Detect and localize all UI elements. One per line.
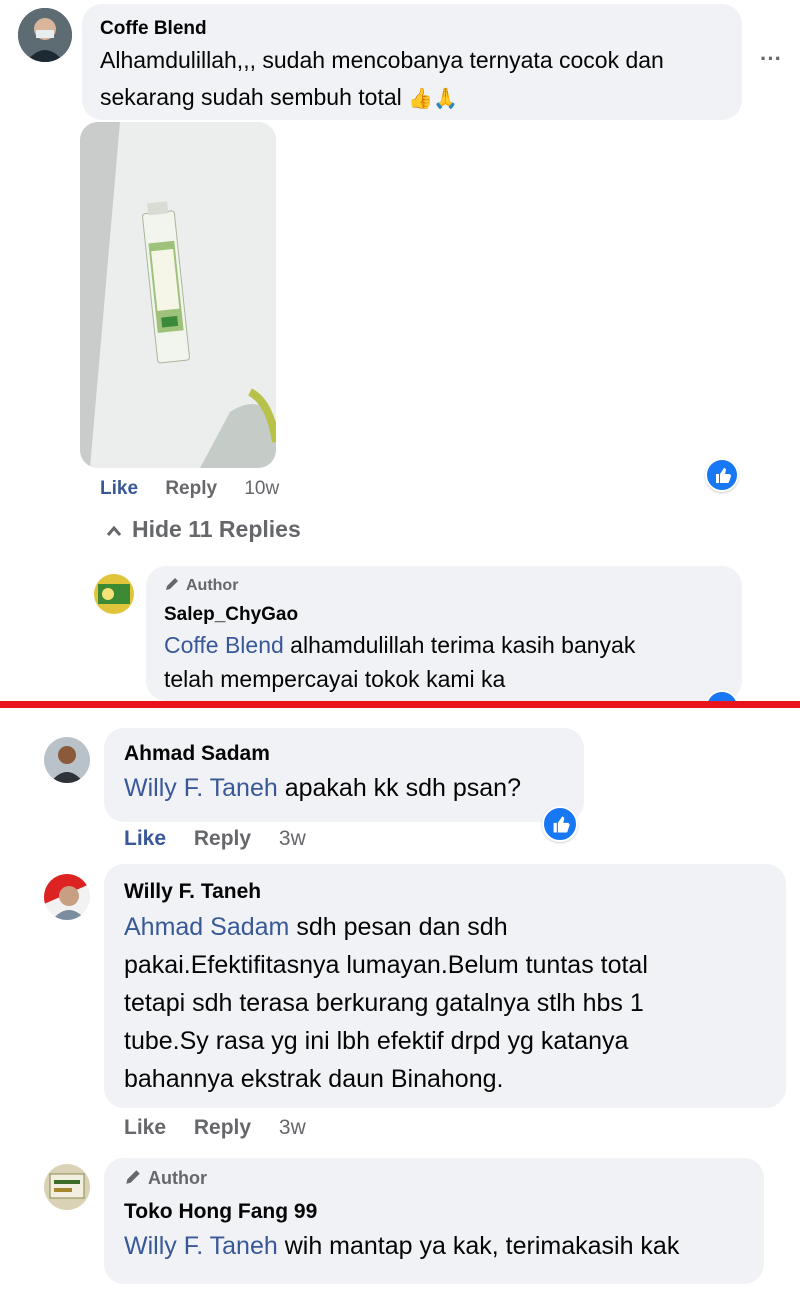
comment-actions: Like Reply 3w [124,827,328,851]
comment-text: Willy F. Taneh wih mantap ya kak, terima… [124,1228,764,1265]
author-label: Author [148,1168,207,1188]
comment-line: Coffe Blend alhamdulillah terima kasih b… [164,628,734,662]
mention-link[interactable]: Willy F. Taneh [124,774,278,802]
avatar[interactable] [18,8,72,62]
commenter-name[interactable]: Toko Hong Fang 99 [124,1200,317,1224]
more-options-icon[interactable]: ··· [760,46,782,72]
emoji: 👍🙏 [408,88,458,110]
author-label: Author [186,577,239,594]
avatar[interactable] [44,1164,90,1210]
comment-actions: Like Reply 10w [100,478,301,500]
comment-line: Willy F. Taneh wih mantap ya kak, terima… [124,1228,764,1265]
pen-icon [164,576,180,597]
comment-line-text: alhamdulillah terima kasih banyak [283,632,636,658]
commenter-name[interactable]: Ahmad Sadam [124,742,270,766]
comment-actions: Like Reply 3w [124,1116,328,1140]
mention-link[interactable]: Ahmad Sadam [124,913,289,941]
avatar[interactable] [44,874,90,920]
comment-line-text: sekarang sudah sembuh total [100,84,402,110]
comment-text: Alhamdulillah,,, sudah mencobanya ternya… [100,42,730,118]
comment-line: Willy F. Taneh apakah kk sdh psan? [124,770,584,807]
hide-replies-toggle[interactable]: Hide 11 Replies [106,516,301,543]
mention-link[interactable]: Coffe Blend [164,632,284,658]
reply-button[interactable]: Reply [194,1116,251,1139]
chevron-up-icon [106,516,122,543]
hide-replies-label: Hide 11 Replies [132,516,301,542]
author-badge: Author [124,1168,207,1191]
comment-line-text: sdh pesan dan sdh [289,913,508,941]
comment-line-text: wih mantap ya kak, terimakasih kak [277,1232,680,1260]
timestamp[interactable]: 3w [279,827,306,850]
comment-line: Alhamdulillah,,, sudah mencobanya ternya… [100,47,664,73]
commenter-name[interactable]: Coffe Blend [100,18,207,40]
like-button[interactable]: Like [124,827,166,850]
comment-line: pakai.Efektifitasnya lumayan.Belum tunta… [124,951,648,979]
comment-line: bahannya ekstrak daun Binahong. [124,1065,504,1093]
comment-line: Ahmad Sadam sdh pesan dan sdh [124,908,774,946]
reply-button[interactable]: Reply [194,827,251,850]
commenter-name[interactable]: Salep_ChyGao [164,604,298,626]
pen-icon [124,1168,142,1191]
author-badge: Author [164,576,238,597]
comment-text: Ahmad Sadam sdh pesan dan sdh pakai.Efek… [124,908,774,1098]
comment-line: tube.Sy rasa yg ini lbh efektif drpd yg … [124,1027,629,1055]
comment-text: Coffe Blend alhamdulillah terima kasih b… [164,628,734,696]
reply-button[interactable]: Reply [165,478,217,499]
like-button[interactable]: Like [100,478,138,499]
timestamp[interactable]: 3w [279,1116,306,1139]
like-reaction-icon[interactable] [705,458,739,492]
mention-link[interactable]: Willy F. Taneh [124,1232,278,1260]
like-button[interactable]: Like [124,1116,166,1139]
comment-photo[interactable] [80,122,276,468]
comment-line: tetapi sdh terasa berkurang gatalnya stl… [124,989,644,1017]
commenter-name[interactable]: Willy F. Taneh [124,880,261,904]
avatar[interactable] [94,574,134,614]
timestamp[interactable]: 10w [244,478,279,499]
like-reaction-icon[interactable] [542,806,578,842]
avatar[interactable] [44,737,90,783]
comment-line: telah mempercayai tokok kami ka [164,666,506,692]
comment-text: Willy F. Taneh apakah kk sdh psan? [124,770,584,807]
comment-line: sekarang sudah sembuh total 👍🙏 [100,79,730,118]
comment-line-text: apakah kk sdh psan? [277,774,521,802]
divider-line [0,701,800,708]
